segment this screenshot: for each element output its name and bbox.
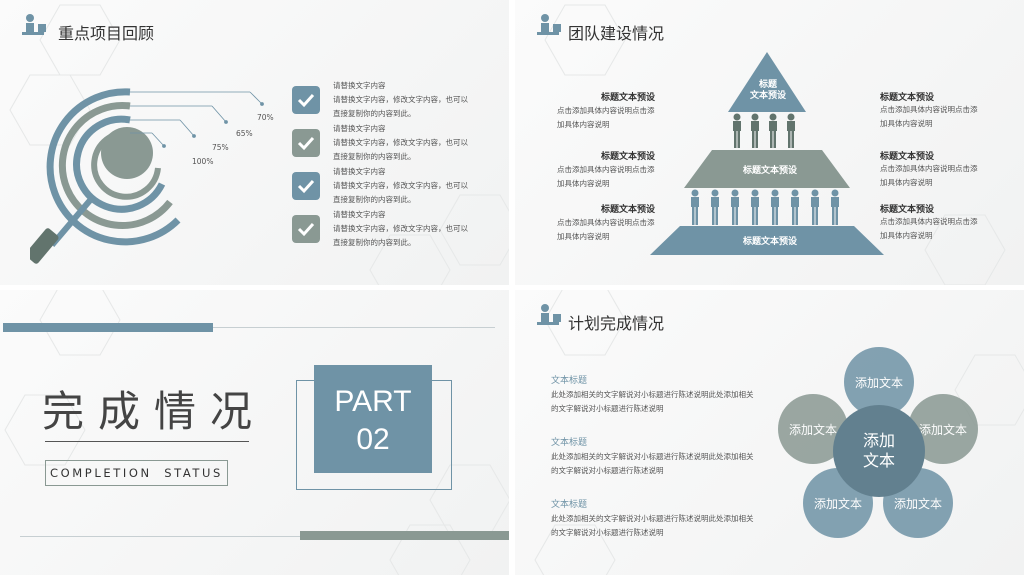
list-item: 请替换文字内容 请替换文字内容，修改文字内容，也可以 直接复制你的内容到此。 bbox=[333, 81, 468, 118]
slide-plan-completion: 计划完成情况 文本标题 此处添加相关的文字解说对小标题进行陈述说明此处添加相关 … bbox=[515, 290, 1024, 575]
text-item: 文本标题 此处添加相关的文字解说对小标题进行陈述说明此处添加相关 的文字解说对小… bbox=[551, 376, 754, 413]
slide-title: 团队建设情况 bbox=[568, 24, 665, 43]
section-title: 完成情况 bbox=[42, 387, 267, 436]
checkbox-icon bbox=[292, 215, 320, 243]
checkbox-icon bbox=[292, 172, 320, 200]
accent-bar bbox=[3, 323, 213, 332]
worker-desk-icon bbox=[22, 14, 46, 35]
left-item-desc: 点击添加具体内容说明点击添 加具体内容说明 bbox=[557, 165, 655, 188]
list-item: 请替换文字内容 请替换文字内容，修改文字内容，也可以 直接复制你的内容到此。 bbox=[333, 124, 468, 161]
slide-team-building: 团队建设情况 标题 文本预设 标题文本预设 标题文本预设 标题文本预设 点击添加… bbox=[515, 0, 1024, 285]
right-item: 标题文本预设 点击添加具体内容说明点击添 加具体内容说明 bbox=[880, 205, 978, 240]
percent-label: 70% bbox=[257, 113, 274, 122]
percent-label: 75% bbox=[212, 143, 229, 152]
part-label: PART bbox=[334, 385, 412, 418]
slide-title: 计划完成情况 bbox=[568, 314, 665, 333]
right-item: 标题文本预设 点击添加具体内容说明点击添 加具体内容说明 bbox=[880, 152, 978, 187]
worker-desk-icon bbox=[537, 14, 561, 35]
list-item: 请替换文字内容 请替换文字内容，修改文字内容，也可以 直接复制你的内容到此。 bbox=[333, 210, 468, 247]
pyramid-mid-label: 标题文本预设 bbox=[742, 166, 797, 176]
worker-desk-icon bbox=[537, 304, 561, 325]
percent-label: 65% bbox=[236, 129, 253, 138]
slide-title: 重点项目回顾 bbox=[58, 24, 155, 43]
divider-line bbox=[20, 536, 300, 537]
center-circle: 添加 文本 bbox=[833, 405, 925, 497]
checkbox-icon bbox=[292, 129, 320, 157]
left-item: 标题文本预设 bbox=[600, 152, 655, 162]
left-item: 标题文本预设 bbox=[600, 205, 655, 215]
list-item: 请替换文字内容 请替换文字内容，修改文字内容，也可以 直接复制你的内容到此。 bbox=[333, 167, 468, 204]
slide-completion-status: 完成情况 COMPLETION STATUS PART 02 bbox=[0, 290, 509, 575]
part-number: 02 bbox=[356, 423, 390, 456]
text-item: 文本标题 此处添加相关的文字解说对小标题进行陈述说明此处添加相关 的文字解说对小… bbox=[551, 500, 754, 537]
slide-project-review: 重点项目回顾 70% 65% 75% 100% 请替换文字内容 请替换文字内容，… bbox=[0, 0, 509, 285]
pyramid-base-label: 标题文本预设 bbox=[742, 237, 797, 247]
section-subtitle: COMPLETION STATUS bbox=[45, 460, 228, 486]
right-item: 标题文本预设 点击添加具体内容说明点击添 加具体内容说明 bbox=[880, 93, 978, 128]
left-item-desc: 点击添加具体内容说明点击添 加具体内容说明 bbox=[557, 218, 655, 241]
checkbox-icon bbox=[292, 86, 320, 114]
text-item: 文本标题 此处添加相关的文字解说对小标题进行陈述说明此处添加相关 的文字解说对小… bbox=[551, 438, 754, 475]
left-item: 标题文本预设 bbox=[600, 93, 655, 103]
title-underline bbox=[45, 441, 249, 442]
magnifier-chart bbox=[30, 88, 264, 264]
left-item-desc: 点击添加具体内容说明点击添 加具体内容说明 bbox=[557, 106, 655, 129]
percent-label: 100% bbox=[192, 157, 214, 166]
pyramid-top-label: 标题 文本预设 bbox=[749, 80, 786, 101]
accent-bar bbox=[300, 531, 509, 540]
divider-line bbox=[213, 327, 495, 328]
